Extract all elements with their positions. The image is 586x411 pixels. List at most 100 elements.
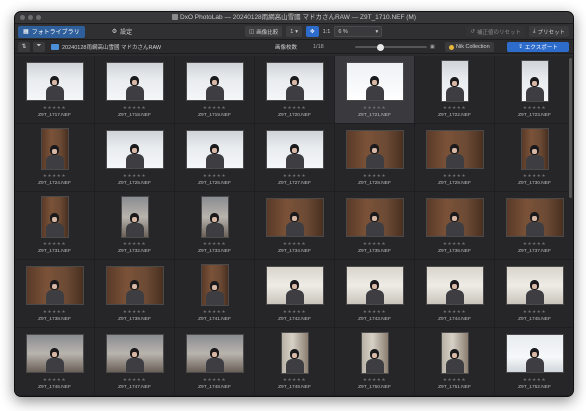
rating-stars[interactable]: ★★★★★ bbox=[43, 241, 66, 247]
export-button[interactable]: ⇪ エクスポート bbox=[507, 42, 569, 52]
thumbnail-cell[interactable]: ★★★★★ Z9T_1747.NEF bbox=[95, 328, 175, 396]
photo-thumbnail[interactable] bbox=[440, 60, 469, 102]
grid-scrollbar[interactable] bbox=[569, 58, 572, 394]
photo-thumbnail[interactable] bbox=[265, 197, 324, 237]
rating-stars[interactable]: ★★★★★ bbox=[43, 377, 66, 383]
rating-stars[interactable]: ★★★★★ bbox=[523, 173, 546, 179]
reset-corrections-button[interactable]: ↺ 補正値のリセット bbox=[466, 26, 526, 37]
thumbnail-cell[interactable]: ★★★★★ Z9T_1724.NEF bbox=[15, 124, 95, 192]
rating-stars[interactable]: ★★★★★ bbox=[443, 241, 466, 247]
photo-thumbnail[interactable] bbox=[105, 61, 164, 101]
photo-thumbnail[interactable] bbox=[265, 129, 324, 169]
thumbnail-cell[interactable]: ★★★★★ Z9T_1723.NEF bbox=[495, 56, 573, 124]
photo-thumbnail[interactable] bbox=[520, 128, 549, 170]
thumbnail-cell[interactable]: ★★★★★ Z9T_1718.NEF bbox=[95, 56, 175, 124]
thumbnail-cell[interactable]: ★★★★★ Z9T_1744.NEF bbox=[415, 260, 495, 328]
rating-stars[interactable]: ★★★★★ bbox=[283, 105, 306, 111]
photo-thumbnail[interactable] bbox=[185, 333, 244, 373]
thumbnail-cell[interactable]: ★★★★★ Z9T_1748.NEF bbox=[175, 328, 255, 396]
rating-stars[interactable]: ★★★★★ bbox=[123, 105, 146, 111]
view-mode-select[interactable]: 1 ▾ bbox=[286, 26, 303, 37]
minimize-window-button[interactable] bbox=[28, 15, 33, 20]
photo-thumbnail[interactable] bbox=[185, 61, 244, 101]
close-window-button[interactable] bbox=[20, 15, 25, 20]
photo-thumbnail[interactable] bbox=[425, 197, 484, 237]
photo-thumbnail[interactable] bbox=[425, 265, 484, 305]
rating-stars[interactable]: ★★★★★ bbox=[363, 309, 386, 315]
zoom-select[interactable]: 6 % ▾ bbox=[334, 26, 383, 37]
photo-thumbnail[interactable] bbox=[40, 128, 69, 170]
thumbnail-size-slider[interactable] bbox=[355, 43, 427, 51]
rating-stars[interactable]: ★★★★★ bbox=[523, 309, 546, 315]
thumbnail-cell[interactable]: ★★★★★ Z9T_1730.NEF bbox=[495, 124, 573, 192]
preset-button[interactable]: ⤓ プリセット bbox=[529, 26, 569, 37]
compare-button[interactable]: ◫ 画像比較 bbox=[245, 26, 283, 37]
rating-stars[interactable]: ★★★★★ bbox=[43, 309, 66, 315]
thumbnail-cell[interactable]: ★★★★★ Z9T_1726.NEF bbox=[175, 124, 255, 192]
photo-thumbnail[interactable] bbox=[505, 197, 564, 237]
photo-thumbnail[interactable] bbox=[120, 196, 149, 238]
sort-button[interactable]: ⇅ bbox=[18, 41, 30, 52]
rating-stars[interactable]: ★★★★★ bbox=[203, 241, 226, 247]
thumbnail-cell[interactable]: ★★★★★ Z9T_1736.NEF bbox=[415, 192, 495, 260]
rating-stars[interactable]: ★★★★★ bbox=[363, 173, 386, 179]
rating-stars[interactable]: ★★★★★ bbox=[123, 173, 146, 179]
photo-thumbnail[interactable] bbox=[40, 196, 69, 238]
thumbnail-cell[interactable]: ★★★★★ Z9T_1739.NEF bbox=[95, 260, 175, 328]
slider-knob[interactable] bbox=[376, 43, 384, 51]
thumbnail-cell[interactable]: ★★★★★ Z9T_1743.NEF bbox=[335, 260, 415, 328]
ratio-label[interactable]: 1:1 bbox=[323, 29, 331, 35]
photo-thumbnail[interactable] bbox=[505, 333, 564, 373]
rating-stars[interactable]: ★★★★★ bbox=[43, 173, 66, 179]
ratio-button[interactable]: ✥ bbox=[306, 26, 319, 37]
photo-thumbnail[interactable] bbox=[345, 61, 404, 101]
rating-stars[interactable]: ★★★★★ bbox=[283, 173, 306, 179]
rating-stars[interactable]: ★★★★★ bbox=[363, 241, 386, 247]
scrollbar-thumb[interactable] bbox=[569, 58, 572, 198]
photo-thumbnail[interactable] bbox=[265, 61, 324, 101]
thumbnail-cell[interactable]: ★★★★★ Z9T_1752.NEF bbox=[495, 328, 573, 396]
thumbnail-cell[interactable]: ★★★★★ Z9T_1738.NEF bbox=[15, 260, 95, 328]
rating-stars[interactable]: ★★★★★ bbox=[443, 377, 466, 383]
photo-thumbnail[interactable] bbox=[200, 196, 229, 238]
nik-collection-button[interactable]: Nik Collection bbox=[445, 42, 494, 52]
rating-stars[interactable]: ★★★★★ bbox=[523, 105, 546, 111]
rating-stars[interactable]: ★★★★★ bbox=[203, 105, 226, 111]
rating-stars[interactable]: ★★★★★ bbox=[363, 105, 386, 111]
rating-stars[interactable]: ★★★★★ bbox=[363, 377, 386, 383]
rating-stars[interactable]: ★★★★★ bbox=[283, 309, 306, 315]
thumbnail-cell[interactable]: ★★★★★ Z9T_1732.NEF bbox=[95, 192, 175, 260]
rating-stars[interactable]: ★★★★★ bbox=[283, 241, 306, 247]
photo-thumbnail[interactable] bbox=[505, 265, 564, 305]
thumbnail-cell[interactable]: ★★★★★ Z9T_1751.NEF bbox=[415, 328, 495, 396]
thumbnail-cell[interactable]: ★★★★★ Z9T_1734.NEF bbox=[255, 192, 335, 260]
rating-stars[interactable]: ★★★★★ bbox=[203, 173, 226, 179]
photo-thumbnail[interactable] bbox=[425, 129, 484, 169]
photo-thumbnail[interactable] bbox=[520, 60, 549, 102]
thumbnail-cell[interactable]: ★★★★★ Z9T_1721.NEF bbox=[335, 56, 415, 124]
thumbnail-cell[interactable]: ★★★★★ Z9T_1725.NEF bbox=[95, 124, 175, 192]
rating-stars[interactable]: ★★★★★ bbox=[123, 377, 146, 383]
photo-thumbnail[interactable] bbox=[345, 129, 404, 169]
photo-thumbnail[interactable] bbox=[360, 332, 389, 374]
rating-stars[interactable]: ★★★★★ bbox=[523, 241, 546, 247]
thumbnail-cell[interactable]: ★★★★★ Z9T_1737.NEF bbox=[495, 192, 573, 260]
thumbnail-cell[interactable]: ★★★★★ Z9T_1728.NEF bbox=[335, 124, 415, 192]
thumbnail-cell[interactable]: ★★★★★ Z9T_1749.NEF bbox=[255, 328, 335, 396]
thumbnail-cell[interactable]: ★★★★★ Z9T_1741.NEF bbox=[175, 260, 255, 328]
photo-thumbnail[interactable] bbox=[105, 129, 164, 169]
rating-stars[interactable]: ★★★★★ bbox=[443, 309, 466, 315]
thumbnail-cell[interactable]: ★★★★★ Z9T_1719.NEF bbox=[175, 56, 255, 124]
rating-stars[interactable]: ★★★★★ bbox=[283, 377, 306, 383]
tab-photo-library[interactable]: ▦ フォトライブラリ bbox=[18, 25, 85, 38]
thumbnail-cell[interactable]: ★★★★★ Z9T_1735.NEF bbox=[335, 192, 415, 260]
rating-stars[interactable]: ★★★★★ bbox=[443, 173, 466, 179]
photo-thumbnail[interactable] bbox=[345, 197, 404, 237]
thumbnail-cell[interactable]: ★★★★★ Z9T_1717.NEF bbox=[15, 56, 95, 124]
photo-thumbnail[interactable] bbox=[280, 332, 309, 374]
thumbnail-cell[interactable]: ★★★★★ Z9T_1727.NEF bbox=[255, 124, 335, 192]
rating-stars[interactable]: ★★★★★ bbox=[123, 241, 146, 247]
thumbnail-cell[interactable]: ★★★★★ Z9T_1731.NEF bbox=[15, 192, 95, 260]
thumbnail-cell[interactable]: ★★★★★ Z9T_1746.NEF bbox=[15, 328, 95, 396]
zoom-window-button[interactable] bbox=[36, 15, 41, 20]
